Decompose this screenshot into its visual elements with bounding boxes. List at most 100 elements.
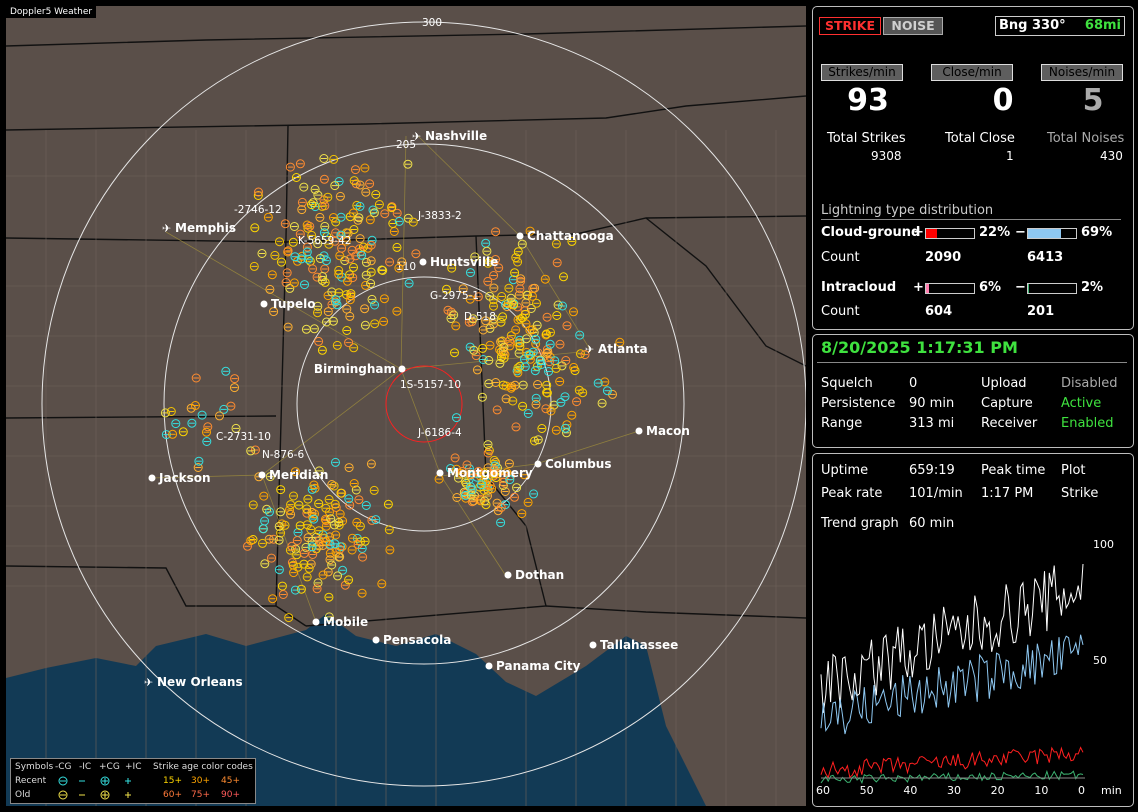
strikes-per-min-header: Strikes/min <box>821 64 903 81</box>
strike-symbol <box>374 200 384 209</box>
strike-symbol <box>303 494 313 504</box>
receiver-label: Receiver <box>981 416 1038 431</box>
strike-symbol <box>317 275 327 285</box>
strike-toggle-button[interactable]: STRIKE <box>819 17 881 35</box>
strike-symbol <box>294 500 304 510</box>
range-value[interactable]: 313 mi <box>909 416 954 431</box>
city-dot-icon <box>635 427 643 435</box>
capture-value[interactable]: Active <box>1061 396 1101 411</box>
cg-neg-bar <box>1027 228 1077 239</box>
strike-symbol <box>335 251 345 261</box>
city-panama-city: Panama City <box>485 659 581 673</box>
strike-symbol <box>230 383 239 393</box>
storm-label[interactable]: K-5659-42 <box>298 235 351 247</box>
svg-text:New Orleans: New Orleans <box>157 675 243 689</box>
storm-label[interactable]: G-2975-1 <box>430 290 479 302</box>
strike-symbol <box>408 217 418 227</box>
strike-symbol <box>366 459 376 469</box>
city-macon: Macon <box>635 424 690 438</box>
squelch-value[interactable]: 0 <box>909 376 917 391</box>
strike-symbol <box>361 257 371 267</box>
strike-symbol <box>360 304 370 314</box>
lightning-map[interactable]: 300 205 110 -2746-12 J-3833-2 K-5659-42 G-2… <box>6 6 806 806</box>
strike-symbol <box>288 237 298 247</box>
receiver-value[interactable]: Enabled <box>1061 416 1114 431</box>
ic-neg-sign: − <box>1015 280 1026 295</box>
total-noises-value: 430 <box>1100 149 1123 163</box>
strike-symbol <box>513 257 523 267</box>
strike-symbol <box>602 386 612 396</box>
storm-label[interactable]: -2746-12 <box>234 204 282 216</box>
strike-symbol <box>335 191 345 201</box>
strike-symbol <box>315 212 325 222</box>
strike-symbol <box>497 292 507 301</box>
x-tick: 40 <box>903 784 917 797</box>
strike-symbol <box>562 321 572 331</box>
strike-symbol <box>537 424 547 433</box>
trend-panel: Uptime 659:19 Peak time Plot Peak rate 1… <box>812 453 1134 807</box>
storm-label[interactable]: C-2731-10 <box>216 431 271 443</box>
strike-symbol <box>380 209 390 219</box>
city-dot-icon <box>485 662 493 670</box>
x-tick: 10 <box>1034 784 1048 797</box>
ic-pos-bar <box>925 283 975 294</box>
storm-label[interactable]: 1S-5157-10 <box>400 379 461 391</box>
strike-symbol <box>248 500 258 510</box>
strike-symbol <box>392 242 402 252</box>
storm-label[interactable]: N-876-6 <box>262 449 304 461</box>
svg-text:Dothan: Dothan <box>515 568 564 582</box>
strike-symbol <box>305 221 315 231</box>
strike-symbol <box>276 485 286 495</box>
svg-text:Tupelo: Tupelo <box>271 297 316 311</box>
strike-symbol <box>274 565 284 575</box>
strike-symbol <box>187 418 197 428</box>
strike-symbol <box>450 348 459 358</box>
total-close-label: Total Close <box>945 131 1015 146</box>
city-dot-icon <box>419 258 427 266</box>
strike-symbol <box>308 198 318 208</box>
svg-text:Mobile: Mobile <box>323 615 368 629</box>
trend-graph-window[interactable]: 60 min <box>909 516 954 531</box>
svg-text:Macon: Macon <box>646 424 690 438</box>
y-tick-100: 100 <box>1093 538 1114 551</box>
plot-value[interactable]: Strike <box>1061 486 1098 501</box>
strike-symbol <box>558 301 567 311</box>
svg-text:Montgomery: Montgomery <box>447 466 533 480</box>
state-borders <box>6 25 806 627</box>
strike-symbol <box>369 485 379 495</box>
strike-symbol <box>322 317 331 327</box>
settings-panel: 8/20/2025 1:17:31 PM Squelch 0 Upload Di… <box>812 334 1134 448</box>
airport-icon: ✈ <box>585 343 594 356</box>
legend-age-15: 15+ <box>163 776 182 786</box>
storm-label[interactable]: D-518 <box>464 311 496 323</box>
strike-symbol <box>249 261 259 271</box>
strike-symbol <box>308 550 318 559</box>
strike-symbol <box>331 457 340 467</box>
upload-value[interactable]: Disabled <box>1061 376 1117 391</box>
strike-symbol <box>336 212 346 222</box>
strike-symbol <box>358 552 368 562</box>
strike-symbol <box>451 321 461 331</box>
strike-symbol <box>551 363 561 373</box>
ic-pos-count: 604 <box>925 304 953 319</box>
strike-symbol <box>289 222 299 231</box>
storm-label[interactable]: J-3833-2 <box>417 210 462 222</box>
strike-symbol <box>531 399 541 409</box>
persistence-value[interactable]: 90 min <box>909 396 954 411</box>
strike-symbol <box>259 491 269 501</box>
strike-symbol <box>267 270 277 280</box>
city-meridian: Meridian <box>258 468 328 482</box>
strike-symbol <box>471 351 481 361</box>
noise-toggle-button[interactable]: NOISE <box>883 17 943 35</box>
strike-symbol <box>520 309 530 319</box>
legend-age-45: 45+ <box>221 776 240 786</box>
svg-text:Chattanooga: Chattanooga <box>527 229 614 243</box>
strike-symbol <box>505 336 515 346</box>
legend-head-pos-ic: +IC <box>125 762 142 772</box>
strike-symbol <box>371 190 381 199</box>
city-new-orleans: ✈ New Orleans <box>144 675 243 689</box>
strike-symbol <box>276 507 286 517</box>
strike-symbol <box>268 594 278 604</box>
storm-label[interactable]: J-6186-4 <box>417 427 462 439</box>
strike-symbol <box>483 440 493 450</box>
